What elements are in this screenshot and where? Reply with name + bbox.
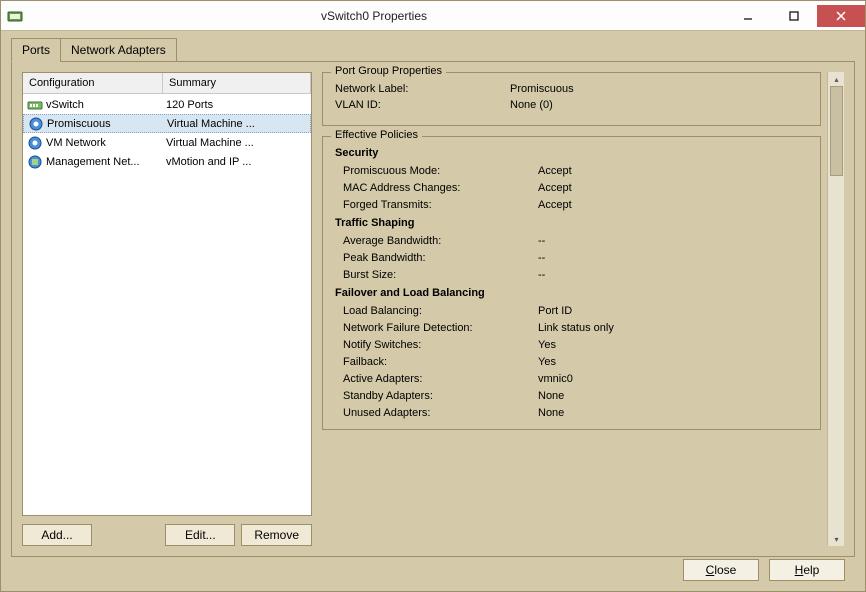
- minimize-button[interactable]: [725, 5, 771, 27]
- load-balancing-value: Port ID: [538, 305, 808, 317]
- unused-adapters-label: Unused Adapters:: [343, 407, 538, 419]
- network-label-label: Network Label:: [335, 83, 510, 95]
- maximize-button[interactable]: [771, 5, 817, 27]
- nfd-label: Network Failure Detection:: [343, 322, 538, 334]
- row-summary: Virtual Machine ...: [164, 137, 311, 149]
- row-config: VM Network: [46, 137, 164, 149]
- list-buttons: Add... Edit... Remove: [22, 524, 312, 546]
- content-area: Ports Network Adapters Configuration Sum…: [1, 31, 865, 567]
- burst-size-label: Burst Size:: [343, 269, 538, 281]
- portgroup-icon: [27, 135, 43, 151]
- vlan-id-label: VLAN ID:: [335, 99, 510, 111]
- promiscuous-mode-label: Promiscuous Mode:: [343, 165, 538, 177]
- scroll-thumb[interactable]: [830, 86, 843, 176]
- portgroup-legend: Port Group Properties: [331, 65, 446, 77]
- notify-switches-value: Yes: [538, 339, 808, 351]
- active-adapters-value: vmnic0: [538, 373, 808, 385]
- standby-adapters-label: Standby Adapters:: [343, 390, 538, 402]
- titlebar: vSwitch0 Properties: [1, 1, 865, 31]
- scroll-down-arrow[interactable]: ▾: [828, 532, 845, 546]
- close-button[interactable]: Close: [683, 559, 759, 581]
- forged-transmits-label: Forged Transmits:: [343, 199, 538, 211]
- right-column: Port Group Properties Network Label: Pro…: [322, 72, 844, 546]
- vswitch-icon: [27, 97, 43, 113]
- policies-legend: Effective Policies: [331, 129, 422, 141]
- properties-window: vSwitch0 Properties Ports Network Adapte…: [0, 0, 866, 592]
- notify-switches-label: Notify Switches:: [343, 339, 538, 351]
- dialog-buttons: Close Help: [683, 559, 845, 581]
- failback-value: Yes: [538, 356, 808, 368]
- promiscuous-mode-value: Accept: [538, 165, 808, 177]
- left-column: Configuration Summary vSwitch 120 Ports …: [22, 72, 312, 546]
- list-row-promiscuous[interactable]: Promiscuous Virtual Machine ...: [23, 114, 311, 133]
- vmkernel-icon: [27, 154, 43, 170]
- edit-button[interactable]: Edit...: [165, 524, 235, 546]
- effective-policies: Effective Policies Security Promiscuous …: [322, 136, 821, 430]
- tabstrip: Ports Network Adapters: [11, 38, 855, 62]
- window-title: vSwitch0 Properties: [23, 9, 725, 23]
- burst-size-value: --: [538, 269, 808, 281]
- nfd-value: Link status only: [538, 322, 808, 334]
- list-row-management[interactable]: Management Net... vMotion and IP ...: [23, 152, 311, 171]
- failover-heading: Failover and Load Balancing: [335, 287, 808, 299]
- vlan-id-value: None (0): [510, 99, 808, 111]
- avg-bw-value: --: [538, 235, 808, 247]
- scroll-up-arrow[interactable]: ▴: [828, 72, 845, 86]
- forged-transmits-value: Accept: [538, 199, 808, 211]
- list-header: Configuration Summary: [23, 73, 311, 94]
- col-header-summary[interactable]: Summary: [163, 73, 311, 93]
- close-window-button[interactable]: [817, 5, 865, 27]
- row-summary: vMotion and IP ...: [164, 156, 311, 168]
- portgroup-icon: [28, 116, 44, 132]
- tab-network-adapters[interactable]: Network Adapters: [60, 38, 177, 62]
- mac-changes-label: MAC Address Changes:: [343, 182, 538, 194]
- unused-adapters-value: None: [538, 407, 808, 419]
- config-list[interactable]: Configuration Summary vSwitch 120 Ports …: [22, 72, 312, 516]
- portgroup-properties: Port Group Properties Network Label: Pro…: [322, 72, 821, 126]
- row-summary: Virtual Machine ...: [165, 118, 310, 130]
- list-row-vswitch[interactable]: vSwitch 120 Ports: [23, 95, 311, 114]
- col-header-configuration[interactable]: Configuration: [23, 73, 163, 93]
- window-controls: [725, 5, 865, 27]
- avg-bw-label: Average Bandwidth:: [343, 235, 538, 247]
- add-button[interactable]: Add...: [22, 524, 92, 546]
- network-label-value: Promiscuous: [510, 83, 808, 95]
- help-button[interactable]: Help: [769, 559, 845, 581]
- peak-bw-label: Peak Bandwidth:: [343, 252, 538, 264]
- standby-adapters-value: None: [538, 390, 808, 402]
- vertical-scrollbar[interactable]: ▴ ▾: [827, 72, 844, 546]
- security-heading: Security: [335, 147, 808, 159]
- mac-changes-value: Accept: [538, 182, 808, 194]
- load-balancing-label: Load Balancing:: [343, 305, 538, 317]
- traffic-shaping-heading: Traffic Shaping: [335, 217, 808, 229]
- row-config: Management Net...: [46, 156, 164, 168]
- active-adapters-label: Active Adapters:: [343, 373, 538, 385]
- row-summary: 120 Ports: [164, 99, 311, 111]
- row-config: Promiscuous: [47, 118, 165, 130]
- failback-label: Failback:: [343, 356, 538, 368]
- app-icon: [7, 8, 23, 24]
- row-config: vSwitch: [46, 99, 164, 111]
- remove-button[interactable]: Remove: [241, 524, 312, 546]
- tab-ports[interactable]: Ports: [11, 38, 61, 62]
- list-row-vmnetwork[interactable]: VM Network Virtual Machine ...: [23, 133, 311, 152]
- tab-panel: Configuration Summary vSwitch 120 Ports …: [11, 61, 855, 557]
- peak-bw-value: --: [538, 252, 808, 264]
